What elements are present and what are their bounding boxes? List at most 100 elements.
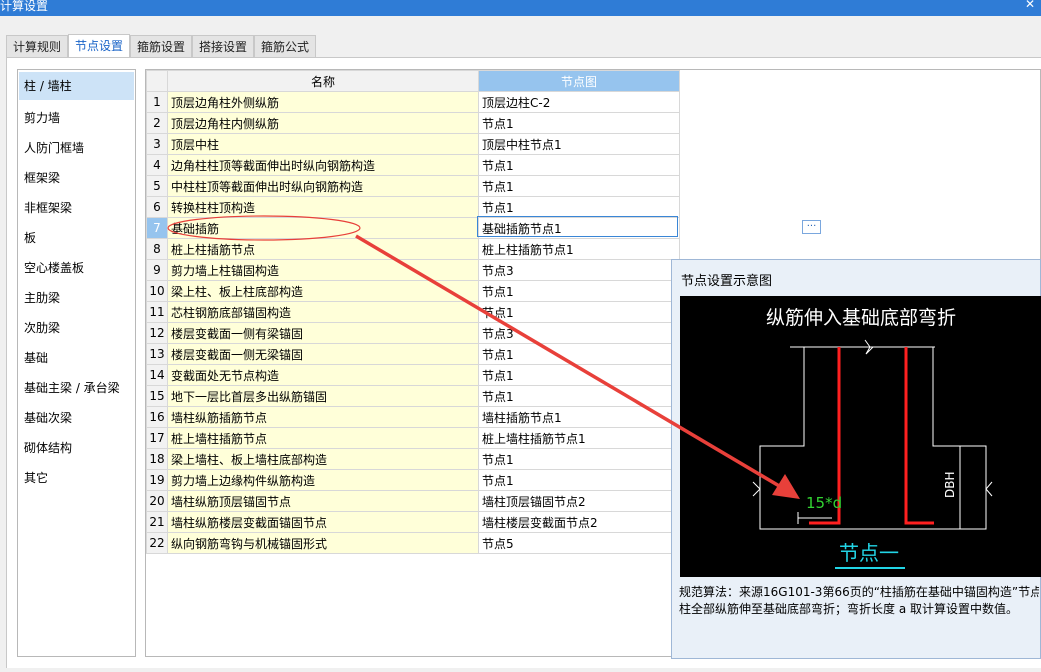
- sidebar-item-shear-wall[interactable]: 剪力墙: [19, 104, 134, 132]
- row-node[interactable]: 节点3: [478, 322, 680, 344]
- dialog-title: 节点设置示意图: [681, 274, 773, 289]
- row-name[interactable]: 梁上柱、板上柱底部构造: [167, 280, 479, 302]
- row-name[interactable]: 墙柱纵筋楼层变截面锚固节点: [167, 511, 479, 533]
- row-node[interactable]: 墙柱楼层变截面节点2: [478, 511, 680, 533]
- tab-stirrup-settings[interactable]: 箍筋设置: [130, 35, 192, 57]
- table-row[interactable]: 5 中柱柱顶等截面伸出时纵向钢筋构造 节点1: [146, 175, 680, 197]
- table-row[interactable]: 11 芯柱钢筋底部锚固构造 节点1: [146, 301, 680, 323]
- table-row[interactable]: 19 剪力墙上边缘构件纵筋构造 节点1: [146, 469, 680, 491]
- sidebar-item-foundation-main-beam[interactable]: 基础主梁 / 承台梁: [19, 374, 134, 402]
- table-row[interactable]: 18 梁上墙柱、板上墙柱底部构造 节点1: [146, 448, 680, 470]
- row-name[interactable]: 芯柱钢筋底部锚固构造: [167, 301, 479, 323]
- row-name[interactable]: 顶层边角柱外侧纵筋: [167, 91, 479, 113]
- row-node[interactable]: 墙柱插筋节点1: [478, 406, 680, 428]
- row-node[interactable]: 基础插筋节点1: [478, 217, 680, 239]
- row-node[interactable]: 节点1: [478, 175, 680, 197]
- row-name[interactable]: 剪力墙上柱锚固构造: [167, 259, 479, 281]
- window-title: 计算设置: [0, 0, 49, 13]
- table-row[interactable]: 10 梁上柱、板上柱底部构造 节点1: [146, 280, 680, 302]
- close-icon[interactable]: ✕: [1025, 0, 1035, 11]
- table-row[interactable]: 17 桩上墙柱插筋节点 桩上墙柱插筋节点1: [146, 427, 680, 449]
- row-node[interactable]: 节点1: [478, 280, 680, 302]
- row-number: 12: [146, 322, 168, 344]
- row-node[interactable]: 节点1: [478, 196, 680, 218]
- sidebar-item-hollow-floor-slab[interactable]: 空心楼盖板: [19, 254, 134, 282]
- row-name[interactable]: 变截面处无节点构造: [167, 364, 479, 386]
- diagram-caption: 纵筋伸入基础底部弯折: [766, 307, 956, 329]
- row-node[interactable]: 节点1: [478, 448, 680, 470]
- node-diagram: 纵筋伸入基础底部弯折 15*d DBH 节点一: [680, 296, 1041, 577]
- table-row[interactable]: 22 纵向钢筋弯钩与机械锚固形式 节点5: [146, 532, 680, 554]
- row-name[interactable]: 中柱柱顶等截面伸出时纵向钢筋构造: [167, 175, 479, 197]
- row-name[interactable]: 剪力墙上边缘构件纵筋构造: [167, 469, 479, 491]
- row-name[interactable]: 基础插筋: [167, 217, 479, 239]
- row-name[interactable]: 楼层变截面一侧无梁锚固: [167, 343, 479, 365]
- row-node[interactable]: 桩上墙柱插筋节点1: [478, 427, 680, 449]
- table-row[interactable]: 16 墙柱纵筋插筋节点 墙柱插筋节点1: [146, 406, 680, 428]
- tab-stirrup-formula[interactable]: 箍筋公式: [254, 35, 316, 57]
- row-number: 9: [146, 259, 168, 281]
- table-row[interactable]: 14 变截面处无节点构造 节点1: [146, 364, 680, 386]
- row-name[interactable]: 梁上墙柱、板上墙柱底部构造: [167, 448, 479, 470]
- row-node[interactable]: 节点1: [478, 469, 680, 491]
- table-row[interactable]: 8 桩上柱插筋节点 桩上柱插筋节点1: [146, 238, 680, 260]
- header-name[interactable]: 名称: [167, 70, 479, 92]
- row-name[interactable]: 纵向钢筋弯钩与机械锚固形式: [167, 532, 479, 554]
- table-row[interactable]: 15 地下一层比首层多出纵筋锚固 节点1: [146, 385, 680, 407]
- row-number: 5: [146, 175, 168, 197]
- row-node[interactable]: 节点1: [478, 301, 680, 323]
- row-name[interactable]: 楼层变截面一侧有梁锚固: [167, 322, 479, 344]
- row-name[interactable]: 顶层中柱: [167, 133, 479, 155]
- table-row[interactable]: 1 顶层边角柱外侧纵筋 顶层边柱C-2: [146, 91, 680, 113]
- table-row[interactable]: 13 楼层变截面一侧无梁锚固 节点1: [146, 343, 680, 365]
- row-name[interactable]: 边角柱柱顶等截面伸出时纵向钢筋构造: [167, 154, 479, 176]
- row-name[interactable]: 桩上墙柱插筋节点: [167, 427, 479, 449]
- table-row[interactable]: 7 基础插筋 基础插筋节点1: [146, 217, 680, 239]
- sidebar-item-column[interactable]: 柱 / 墙柱: [19, 72, 134, 100]
- table-row[interactable]: 9 剪力墙上柱锚固构造 节点3: [146, 259, 680, 281]
- row-node[interactable]: 顶层边柱C-2: [478, 91, 680, 113]
- row-name[interactable]: 顶层边角柱内侧纵筋: [167, 112, 479, 134]
- table-row[interactable]: 12 楼层变截面一侧有梁锚固 节点3: [146, 322, 680, 344]
- table-header-row: 名称 节点图: [146, 70, 680, 92]
- row-node[interactable]: 顶层中柱节点1: [478, 133, 680, 155]
- sidebar-item-foundation[interactable]: 基础: [19, 344, 134, 372]
- sidebar-item-secondary-rib-beam[interactable]: 次肋梁: [19, 314, 134, 342]
- sidebar-item-main-rib-beam[interactable]: 主肋梁: [19, 284, 134, 312]
- row-node[interactable]: 节点1: [478, 385, 680, 407]
- row-name[interactable]: 转换柱柱顶构造: [167, 196, 479, 218]
- row-number: 21: [146, 511, 168, 533]
- sidebar-item-other[interactable]: 其它: [19, 464, 134, 492]
- table-row[interactable]: 20 墙柱纵筋顶层锚固节点 墙柱顶层锚固节点2: [146, 490, 680, 512]
- row-number: 6: [146, 196, 168, 218]
- row-node[interactable]: 节点1: [478, 154, 680, 176]
- row-name[interactable]: 墙柱纵筋插筋节点: [167, 406, 479, 428]
- sidebar-item-slab[interactable]: 板: [19, 224, 134, 252]
- sidebar-item-non-frame-beam[interactable]: 非框架梁: [19, 194, 134, 222]
- tab-lap-settings[interactable]: 搭接设置: [192, 35, 254, 57]
- row-name[interactable]: 墙柱纵筋顶层锚固节点: [167, 490, 479, 512]
- tab-node-settings[interactable]: 节点设置: [68, 34, 130, 58]
- row-node[interactable]: 节点1: [478, 112, 680, 134]
- sidebar-item-foundation-secondary-beam[interactable]: 基础次梁: [19, 404, 134, 432]
- table-row[interactable]: 4 边角柱柱顶等截面伸出时纵向钢筋构造 节点1: [146, 154, 680, 176]
- table-row[interactable]: 3 顶层中柱 顶层中柱节点1: [146, 133, 680, 155]
- row-name[interactable]: 桩上柱插筋节点: [167, 238, 479, 260]
- row-node[interactable]: 桩上柱插筋节点1: [478, 238, 680, 260]
- tab-calc-rules[interactable]: 计算规则: [6, 35, 68, 57]
- node-picker-button[interactable]: ···: [802, 220, 821, 234]
- sidebar-item-civil-defense-door-wall[interactable]: 人防门框墙: [19, 134, 134, 162]
- sidebar-item-masonry[interactable]: 砌体结构: [19, 434, 134, 462]
- row-number: 3: [146, 133, 168, 155]
- row-node[interactable]: 节点1: [478, 343, 680, 365]
- row-node[interactable]: 节点5: [478, 532, 680, 554]
- sidebar-item-frame-beam[interactable]: 框架梁: [19, 164, 134, 192]
- table-row[interactable]: 2 顶层边角柱内侧纵筋 节点1: [146, 112, 680, 134]
- row-node[interactable]: 节点3: [478, 259, 680, 281]
- row-name[interactable]: 地下一层比首层多出纵筋锚固: [167, 385, 479, 407]
- row-node[interactable]: 节点1: [478, 364, 680, 386]
- table-row[interactable]: 21 墙柱纵筋楼层变截面锚固节点 墙柱楼层变截面节点2: [146, 511, 680, 533]
- row-node[interactable]: 墙柱顶层锚固节点2: [478, 490, 680, 512]
- header-node-diagram[interactable]: 节点图: [478, 70, 680, 92]
- table-row[interactable]: 6 转换柱柱顶构造 节点1: [146, 196, 680, 218]
